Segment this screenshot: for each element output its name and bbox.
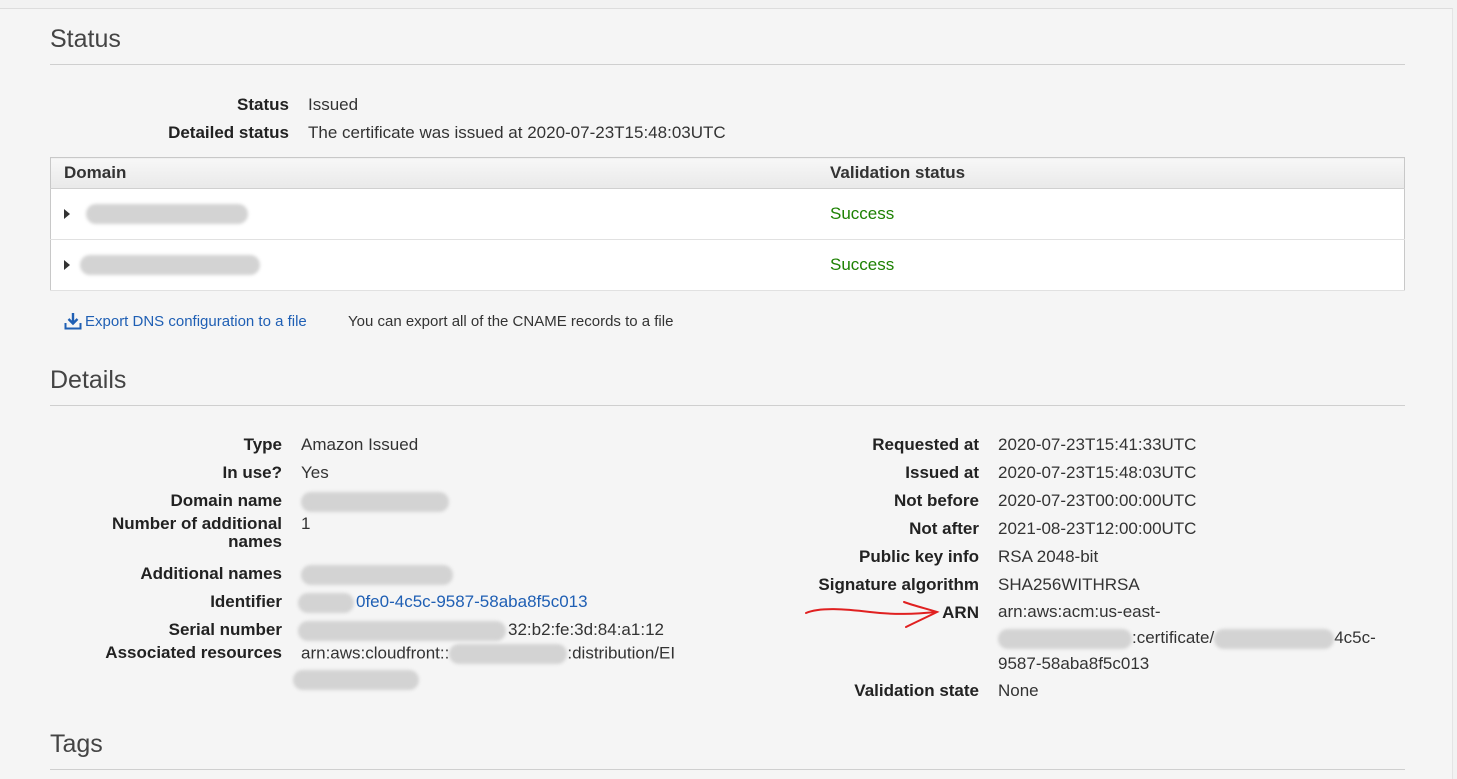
- requested-at-value: 2020-07-23T15:41:33UTC: [998, 435, 1197, 454]
- detailed-status-label: Detailed status: [168, 123, 289, 142]
- not-before-row: Not before 2020-07-23T00:00:00UTC: [700, 487, 1196, 515]
- serial-number-suffix: 32:b2:fe:3d:84:a1:12: [508, 620, 664, 639]
- additional-names-value: [301, 560, 453, 588]
- status-row: Status Issued: [0, 91, 358, 119]
- identifier-label: Identifier: [210, 592, 282, 611]
- domain-cell: [50, 188, 817, 240]
- redacted-distribution-id: [293, 670, 419, 690]
- in-use-value: Yes: [301, 463, 329, 482]
- associated-resources-value: arn:aws:cloudfront:::distribution/EI: [293, 643, 721, 690]
- not-before-label: Not before: [894, 491, 979, 510]
- domain-name-row: Domain name: [0, 487, 449, 515]
- detailed-status-row: Detailed status The certificate was issu…: [0, 119, 726, 147]
- redacted-additional-names: [301, 564, 453, 585]
- additional-count-value: 1: [301, 514, 311, 533]
- expand-caret-icon[interactable]: [64, 209, 70, 220]
- tags-section-title: Tags: [50, 730, 103, 758]
- additional-count-row: Number of additional names 1: [0, 515, 310, 551]
- identifier-link[interactable]: 0fe0-4c5c-9587-58aba8f5c013: [356, 592, 588, 611]
- in-use-label: In use?: [222, 463, 282, 482]
- redacted-domain: [80, 255, 260, 276]
- arn-line-2b: 4c5c-: [1334, 628, 1376, 647]
- associated-resource-suffix: :distribution/EI: [567, 643, 676, 663]
- validation-state-row: Validation state None: [700, 677, 1039, 705]
- table-row[interactable]: Success: [50, 239, 1405, 291]
- redacted-account-id: [998, 628, 1132, 649]
- domain-validation-table: Domain Validation status Success Success: [50, 157, 1405, 291]
- validation-status-cell: Success: [817, 188, 1405, 240]
- signature-algorithm-row: Signature algorithm SHA256WITHRSA: [700, 571, 1140, 599]
- requested-at-label: Requested at: [872, 435, 979, 454]
- serial-number-label: Serial number: [168, 620, 282, 639]
- redacted-domain-name: [301, 491, 449, 512]
- public-key-row: Public key info RSA 2048-bit: [700, 543, 1098, 571]
- not-after-row: Not after 2021-08-23T12:00:00UTC: [700, 515, 1196, 543]
- serial-number-value: 32:b2:fe:3d:84:a1:12: [298, 616, 664, 644]
- details-divider: [50, 405, 1405, 406]
- domain-name-value: [301, 487, 449, 515]
- associated-resources-row: Associated resources arn:aws:cloudfront:…: [0, 644, 721, 690]
- arn-line-3: 9587-58aba8f5c013: [998, 654, 1150, 673]
- export-dns-link[interactable]: Export DNS configuration to a file: [64, 312, 307, 330]
- not-after-value: 2021-08-23T12:00:00UTC: [998, 519, 1197, 538]
- not-before-value: 2020-07-23T00:00:00UTC: [998, 491, 1197, 510]
- table-header-row: Domain Validation status: [50, 157, 1405, 189]
- domain-cell: [50, 239, 817, 291]
- status-label: Status: [237, 95, 289, 114]
- status-section-title: Status: [50, 25, 121, 53]
- column-header-domain[interactable]: Domain: [50, 157, 817, 189]
- type-value: Amazon Issued: [301, 435, 419, 454]
- issued-at-label: Issued at: [905, 463, 979, 482]
- arn-value: arn:aws:acm:us-east- :certificate/4c5c- …: [998, 599, 1398, 677]
- in-use-row: In use? Yes: [0, 459, 329, 487]
- issued-at-row: Issued at 2020-07-23T15:48:03UTC: [700, 459, 1196, 487]
- identifier-row: Identifier 0fe0-4c5c-9587-58aba8f5c013: [0, 588, 588, 616]
- validation-status-cell: Success: [817, 239, 1405, 291]
- details-section-title: Details: [50, 366, 127, 394]
- expand-caret-icon[interactable]: [64, 260, 70, 271]
- download-icon: [64, 313, 82, 330]
- validation-state-label: Validation state: [854, 681, 979, 700]
- signature-algorithm-label: Signature algorithm: [818, 575, 979, 594]
- identifier-value[interactable]: 0fe0-4c5c-9587-58aba8f5c013: [298, 588, 588, 616]
- additional-names-label: Additional names: [140, 564, 282, 583]
- column-header-validation-status[interactable]: Validation status: [817, 157, 1405, 189]
- red-arrow-annotation: [805, 601, 940, 628]
- redacted-serial-prefix: [298, 620, 506, 641]
- additional-count-label: Number of additional names: [112, 514, 282, 551]
- redacted-identifier-prefix: [298, 592, 354, 613]
- redacted-certificate-id: [1214, 628, 1335, 649]
- redacted-domain: [86, 204, 248, 225]
- export-dns-link-text[interactable]: Export DNS configuration to a file: [85, 313, 307, 330]
- table-row[interactable]: Success: [50, 188, 1405, 240]
- type-row: Type Amazon Issued: [0, 431, 419, 459]
- public-key-label: Public key info: [859, 547, 979, 566]
- public-key-value: RSA 2048-bit: [998, 547, 1099, 566]
- arn-line-1: arn:aws:acm:us-east-: [998, 602, 1161, 621]
- redacted-account-id: [449, 644, 568, 664]
- status-value: Issued: [308, 95, 359, 114]
- associated-resource-prefix: arn:aws:cloudfront::: [301, 643, 450, 663]
- not-after-label: Not after: [909, 519, 979, 538]
- validation-state-value: None: [998, 681, 1039, 700]
- signature-algorithm-value: SHA256WITHRSA: [998, 575, 1140, 594]
- requested-at-row: Requested at 2020-07-23T15:41:33UTC: [700, 431, 1196, 459]
- domain-name-label: Domain name: [170, 491, 282, 510]
- arn-line-2a: :certificate/: [1132, 628, 1215, 647]
- tags-divider: [50, 769, 1405, 770]
- export-hint-text: You can export all of the CNAME records …: [348, 313, 674, 330]
- issued-at-value: 2020-07-23T15:48:03UTC: [998, 463, 1197, 482]
- status-divider: [50, 64, 1405, 65]
- detailed-status-value: The certificate was issued at 2020-07-23…: [308, 123, 726, 142]
- type-label: Type: [243, 435, 282, 454]
- associated-resources-label: Associated resources: [105, 643, 282, 662]
- serial-number-row: Serial number 32:b2:fe:3d:84:a1:12: [0, 616, 664, 644]
- additional-names-row: Additional names: [0, 560, 453, 588]
